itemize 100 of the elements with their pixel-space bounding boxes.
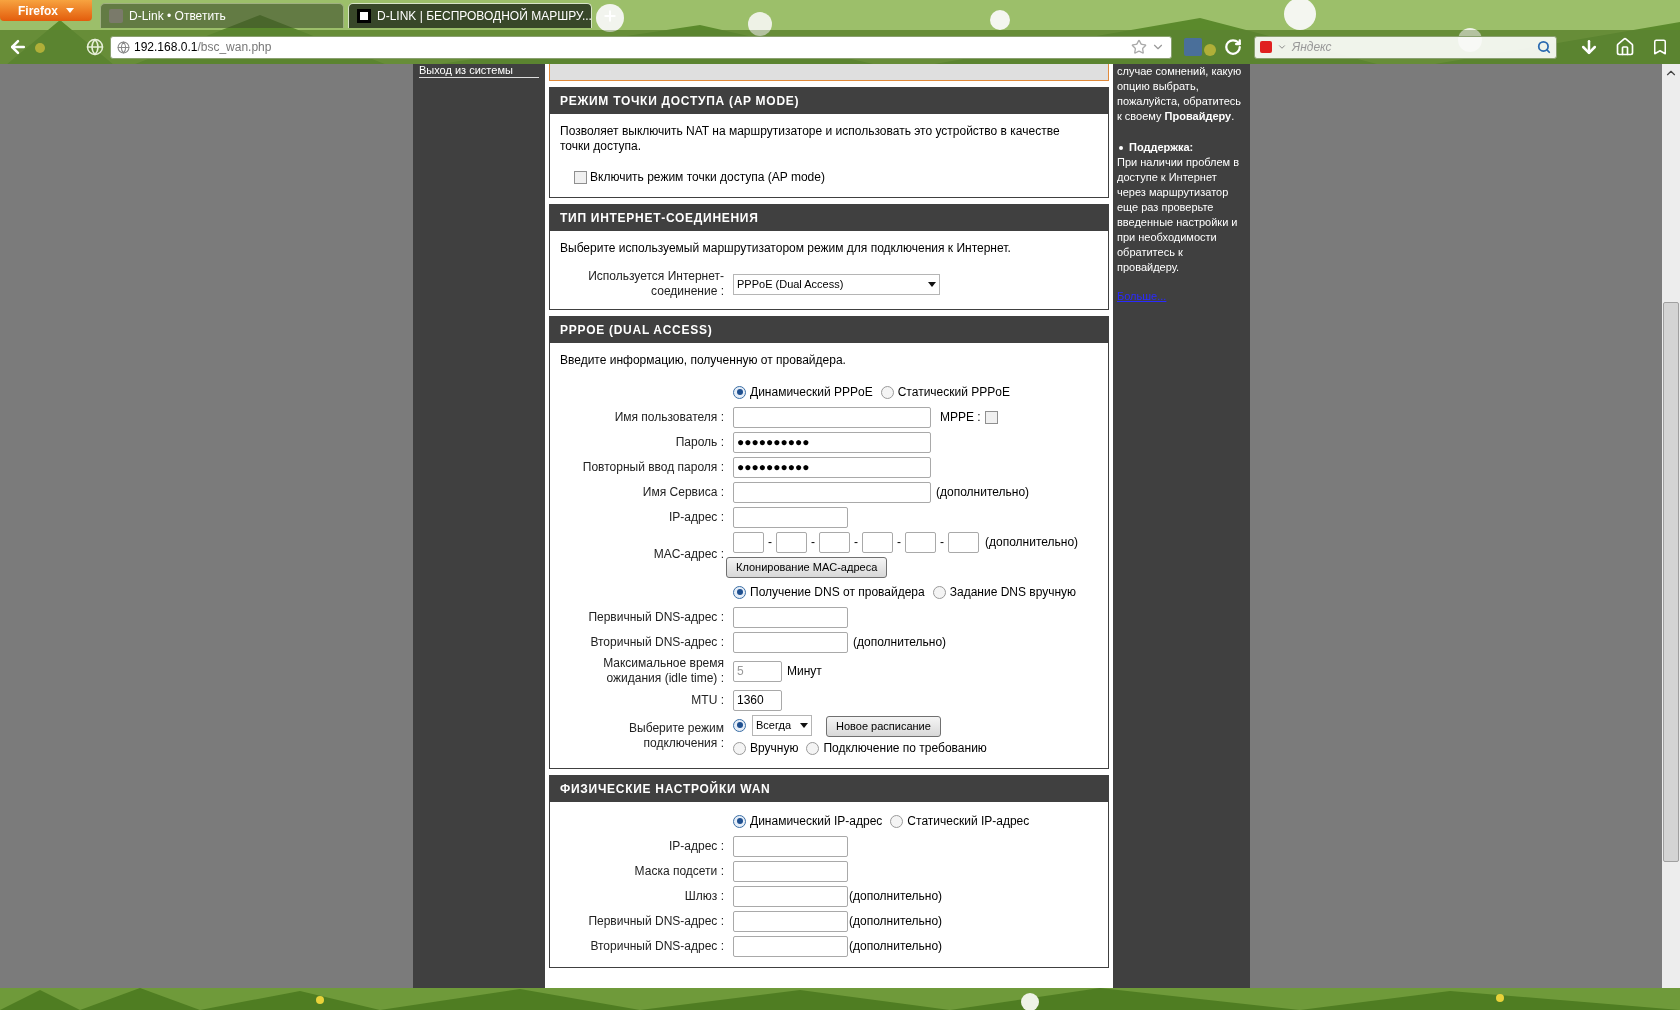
browser-tab[interactable]: D-Link • Ответить — [100, 3, 344, 28]
field-label: MTU : — [690, 692, 724, 708]
field-label: IP-адрес : — [667, 838, 724, 854]
radio-label: Статический PPPoE — [897, 384, 1010, 401]
field-note: (дополнительно) — [849, 888, 943, 905]
url-field[interactable]: 192.168.0.1/bsc_wan.php — [110, 35, 1172, 59]
search-engine-icon[interactable] — [1260, 41, 1272, 53]
checkbox[interactable] — [574, 170, 587, 184]
field-label: Максимальное время ожидания (idle time) : — [602, 656, 724, 686]
separator: - — [810, 534, 816, 551]
back-icon[interactable] — [8, 37, 28, 57]
tab-title: D-LINK | БЕСПРОВОДНОЙ МАРШРУ... — [377, 7, 592, 25]
input-field[interactable] — [733, 885, 848, 907]
field-label: Пароль : — [674, 434, 724, 450]
bookmarks-icon[interactable] — [1651, 38, 1669, 56]
radio-button[interactable] — [932, 585, 946, 599]
input-field[interactable] — [733, 406, 931, 428]
radio-button[interactable] — [806, 741, 820, 755]
field-label: MAC-адрес : — [652, 547, 724, 562]
help-heading: Поддержка: — [1129, 140, 1194, 155]
radio-label: Статический IP-адрес — [907, 813, 1030, 830]
url-text: 192.168.0.1/bsc_wan.php — [134, 39, 272, 56]
radio-button[interactable] — [890, 814, 904, 828]
site-identity-icon[interactable] — [86, 38, 104, 56]
radio-button[interactable] — [733, 814, 746, 828]
help-text: случае сомнений, какую опцию выбрать, пожалуйста, обратитесь к своему Провайдеру. — [1117, 64, 1243, 124]
globe-icon — [117, 40, 130, 54]
input-field[interactable] — [733, 506, 848, 528]
caret-icon — [1277, 42, 1287, 52]
form-button[interactable]: Клонирование MAC-адреса — [726, 556, 888, 578]
nav-link[interactable]: Выход из системы — [419, 64, 539, 78]
reload-icon[interactable] — [1224, 38, 1242, 56]
bookmark-star-icon[interactable] — [1131, 39, 1147, 55]
dropdown[interactable]: PPPoE (Dual Access) — [733, 273, 940, 295]
search-placeholder: Яндекс — [1292, 39, 1332, 56]
favicon-icon — [357, 9, 371, 23]
section-description: Выберите используемый маршрутизатором режим для подключения к Интернет. — [560, 241, 1012, 256]
input-field[interactable] — [733, 631, 848, 653]
radio-button[interactable] — [733, 585, 746, 599]
search-icon[interactable] — [1537, 40, 1551, 54]
separator: - — [853, 534, 859, 551]
input-field[interactable]: ●●●●●●●●●● — [733, 456, 931, 478]
radio-label: Получение DNS от провайдера — [750, 584, 925, 601]
radio-button[interactable] — [733, 385, 746, 399]
radio-button[interactable] — [733, 718, 746, 732]
favicon-icon — [109, 9, 123, 23]
caret-icon — [66, 8, 74, 13]
radio-label: Задание DNS вручную — [949, 584, 1077, 601]
field-label: Имя пользователя : — [613, 409, 724, 425]
input-field[interactable] — [733, 481, 931, 503]
separator: - — [939, 534, 945, 551]
section-header: ФИЗИЧЕСКИЕ НАСТРОЙКИ WAN — [550, 776, 1108, 802]
input-field[interactable] — [948, 531, 979, 553]
section-header: ТИП ИНТЕРНЕТ-СОЕДИНЕНИЯ — [550, 205, 1108, 231]
input-field[interactable] — [733, 935, 848, 957]
field-label: Выберите режим подключения : — [628, 721, 724, 751]
browser-tab[interactable]: D-LINK | БЕСПРОВОДНОЙ МАРШРУ... — [348, 3, 592, 28]
input-field[interactable] — [862, 531, 893, 553]
field-label: MPPE : — [940, 409, 981, 426]
field-label: Шлюз : — [683, 888, 724, 904]
input-field[interactable] — [819, 531, 850, 553]
bullet-icon — [1119, 145, 1123, 150]
field-note: Минут — [787, 663, 822, 680]
input-field[interactable]: ●●●●●●●●●● — [733, 431, 931, 453]
input-field[interactable] — [733, 531, 764, 553]
separator: - — [767, 534, 773, 551]
scrollbar[interactable] — [1662, 64, 1680, 988]
input-field[interactable] — [733, 910, 848, 932]
radio-label: Подключение по требованию — [823, 740, 987, 757]
field-note: (дополнительно) — [849, 913, 943, 930]
field-label: Маска подсети : — [633, 863, 724, 879]
field-label: IP-адрес : — [667, 509, 724, 525]
input-field[interactable] — [733, 835, 848, 857]
field-label: Вторичный DNS-адрес : — [589, 938, 724, 954]
field-label: Имя Сервиса : — [641, 484, 724, 500]
tab-title: D-Link • Ответить — [129, 8, 226, 25]
section-header: PPPOE (DUAL ACCESS) — [550, 317, 1108, 343]
field-label: Повторный ввод пароля : — [581, 459, 724, 475]
section-description: Введите информацию, полученную от провайдера. — [560, 353, 847, 368]
input-field[interactable] — [733, 606, 848, 628]
dropdown[interactable]: Всегда — [752, 714, 812, 736]
field-label: Вторичный DNS-адрес : — [589, 634, 724, 650]
home-icon[interactable] — [1615, 37, 1635, 57]
radio-label: Динамический PPPoE — [750, 384, 873, 401]
input-field[interactable] — [905, 531, 936, 553]
form-button[interactable]: Новое расписание — [826, 715, 941, 737]
input-field[interactable] — [776, 531, 807, 553]
radio-label: Вручную — [750, 740, 799, 757]
input-field[interactable] — [733, 860, 848, 882]
caret-icon — [800, 722, 808, 728]
field-note: (дополнительно) — [936, 484, 1030, 501]
field-label: Используется Интернет-соединение : — [587, 269, 724, 299]
separator: - — [896, 534, 902, 551]
radio-button[interactable] — [880, 385, 894, 399]
checkbox[interactable] — [984, 410, 998, 424]
radio-button[interactable] — [733, 741, 746, 755]
downloads-icon[interactable] — [1579, 37, 1599, 57]
input-field[interactable]: 1360 — [733, 689, 782, 711]
checkbox-label: Включить режим точки доступа (AP mode) — [590, 169, 825, 186]
scrollbar-thumb[interactable] — [1663, 302, 1679, 862]
